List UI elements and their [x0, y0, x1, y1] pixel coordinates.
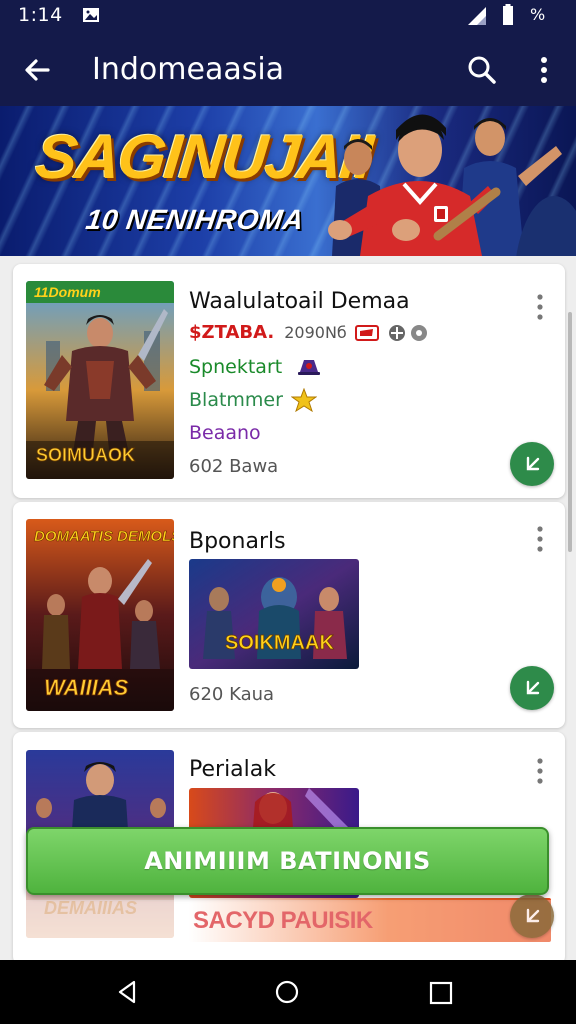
app-screenshot[interactable]: SOIKMAAK — [189, 559, 359, 669]
download-icon — [526, 908, 540, 923]
signal-icon — [468, 7, 486, 25]
app-bar: Indomeaasia — [0, 34, 576, 106]
battery-percent: % — [530, 5, 546, 24]
more-vert-icon[interactable] — [528, 50, 560, 90]
feature-text: Beaano — [189, 422, 261, 444]
arrow-left-icon[interactable] — [18, 50, 58, 90]
banner-subtitle: 10 NENIHROMA — [83, 204, 306, 235]
feature-text: Spnektart — [189, 356, 283, 378]
more-vert-icon[interactable] — [533, 292, 547, 322]
app-price: $ZTABA. — [189, 322, 275, 343]
search-icon[interactable] — [462, 50, 502, 90]
flag-icon — [354, 324, 379, 341]
app-card[interactable]: DOMAATIS DEMOLSUK WAIIIAS Bponarls SOIKM… — [13, 502, 565, 728]
thumbnail-bottom-text: DEMAIIIAS — [44, 898, 137, 918]
hat-icon — [298, 360, 321, 375]
navigation-bar — [0, 960, 576, 1024]
download-icon — [526, 680, 540, 695]
price-row: $ZTABA. 2090Nб — [189, 322, 429, 343]
nav-home-icon[interactable] — [273, 978, 301, 1006]
app-title[interactable]: Waalulatoail Demaa — [189, 289, 410, 314]
promo-banner[interactable]: SAGINUJAII 10 NENIHROMA — [0, 106, 576, 256]
page-title: Indomeaasia — [92, 52, 285, 87]
promo-text: SACYD PAUISIK — [193, 907, 373, 934]
app-title[interactable]: Perialak — [189, 757, 276, 782]
feature-line: Blatmmer — [189, 388, 317, 412]
banner-players-illustration — [328, 114, 576, 256]
download-button[interactable] — [510, 442, 554, 486]
app-thumbnail[interactable]: DOMAATIS DEMOLSUK WAIIIAS — [26, 519, 174, 711]
promo-strip[interactable]: SACYD PAUISIK — [189, 898, 551, 942]
more-vert-icon[interactable] — [533, 756, 547, 786]
scrollbar[interactable] — [568, 312, 572, 552]
thumbnail-bottom-text: WAIIIAS — [44, 675, 129, 700]
app-meta: 602 Bawa — [189, 456, 279, 477]
download-button[interactable] — [510, 666, 554, 710]
nav-back-icon[interactable] — [114, 978, 142, 1006]
download-button[interactable] — [510, 894, 554, 938]
download-icon — [526, 456, 540, 471]
photo-icon — [83, 8, 99, 22]
nav-recent-icon[interactable] — [428, 980, 454, 1006]
battery-icon — [503, 4, 513, 25]
thumbnail-bottom-text: SOIMUAOK — [36, 445, 135, 465]
thumbnail-top-text: DOMAATIS DEMOLSUK — [34, 528, 174, 545]
screenshot-text: SOIKMAAK — [225, 632, 334, 654]
shield-icon — [388, 324, 405, 341]
settings-icon — [410, 324, 427, 341]
app-title[interactable]: Bponarls — [189, 529, 286, 554]
status-time: 1:14 — [18, 4, 63, 26]
app-meta: 620 Kaua — [189, 684, 275, 705]
feature-line: Spnektart — [189, 356, 324, 378]
star-icon — [290, 388, 317, 412]
app-price-info: 2090Nб — [284, 323, 347, 342]
status-bar: 1:14 % — [0, 0, 576, 34]
more-vert-icon[interactable] — [533, 524, 547, 554]
feature-line: Beaano — [189, 422, 261, 444]
feature-text: Blatmmer — [189, 389, 283, 411]
app-card[interactable]: 11Domum SOIMUAOK Waalulatoail Demaa $ZTA… — [13, 264, 565, 498]
install-button[interactable]: ANIMIIIM BATINONIS — [26, 827, 549, 895]
app-thumbnail[interactable]: 11Domum SOIMUAOK — [26, 281, 174, 479]
thumbnail-top-text: 11Domum — [34, 284, 101, 300]
